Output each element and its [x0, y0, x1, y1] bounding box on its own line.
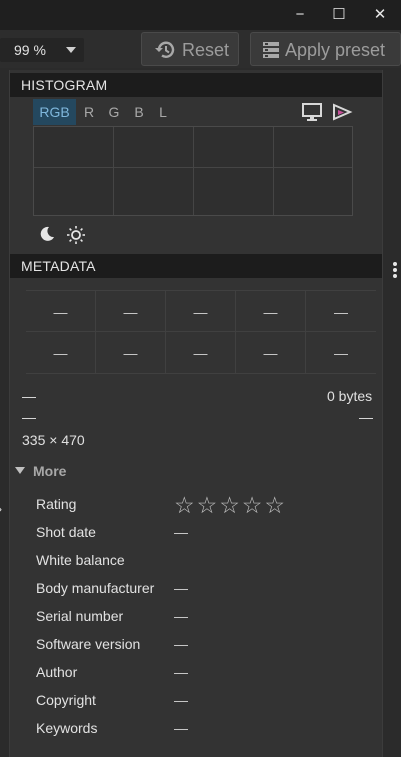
dot: [393, 262, 397, 266]
metadata-row: Serial number —: [36, 608, 376, 628]
field-label: Body manufacturer: [36, 580, 155, 596]
file-size: 0 bytes: [327, 388, 373, 404]
metadata-row: Software version —: [36, 636, 376, 656]
grid-cell: —: [306, 332, 376, 374]
metadata-row: Copyright —: [36, 692, 376, 712]
field-value[interactable]: —: [174, 608, 188, 624]
grid-cell: —: [96, 290, 166, 332]
image-dimensions: 335 × 470: [22, 432, 85, 448]
field-label: Keywords: [36, 720, 98, 736]
channel-tab-rgb[interactable]: RGB: [33, 99, 76, 125]
moon-icon[interactable]: [38, 225, 56, 243]
panel-splitter-handle[interactable]: [393, 262, 397, 280]
minimize-button[interactable]: −: [287, 4, 313, 26]
grid-cell: —: [26, 332, 96, 374]
metadata-row: Shot date —: [36, 524, 376, 544]
histogram-gridline: [193, 127, 194, 215]
toolbar: 99 % Reset Apply preset: [0, 30, 401, 68]
sun-icon[interactable]: [66, 225, 86, 245]
field-label: Shot date: [36, 524, 96, 540]
histogram-chart: [33, 126, 353, 216]
file-name: —: [22, 388, 36, 404]
more-toggle[interactable]: More: [15, 463, 66, 479]
reset-label: Reset: [182, 40, 230, 60]
field-value[interactable]: —: [174, 636, 188, 652]
field-label: Serial number: [36, 608, 124, 624]
rating-stars[interactable]: ☆☆☆☆☆: [174, 492, 287, 519]
field-value[interactable]: —: [174, 580, 188, 596]
metadata-row: Author —: [36, 664, 376, 684]
histogram-gridline: [34, 167, 352, 168]
file-path: —: [22, 409, 36, 425]
channel-tab-r[interactable]: R: [80, 99, 98, 125]
histogram-header[interactable]: HISTOGRAM: [10, 73, 382, 97]
reset-button[interactable]: Reset: [141, 32, 239, 66]
monitor-icon[interactable]: [301, 103, 323, 121]
channel-tab-b[interactable]: B: [130, 99, 148, 125]
field-value[interactable]: —: [174, 664, 188, 680]
maximize-button[interactable]: ☐: [326, 4, 352, 26]
channel-tab-l[interactable]: L: [154, 99, 172, 125]
star-icon[interactable]: ☆: [242, 492, 265, 519]
field-label: Author: [36, 664, 78, 680]
field-value[interactable]: —: [174, 524, 188, 540]
dot: [393, 268, 397, 272]
dot: [393, 274, 397, 278]
title-bar: − ☐ ✕: [0, 0, 401, 30]
star-icon[interactable]: ☆: [219, 492, 242, 519]
star-icon[interactable]: ☆: [264, 492, 287, 519]
grid-cell: —: [166, 332, 236, 374]
file-date: —: [359, 409, 373, 425]
histogram-gridline: [113, 127, 114, 215]
metadata-row-rating: Rating ☆☆☆☆☆: [36, 492, 376, 518]
metadata-row: Body manufacturer —: [36, 580, 376, 600]
metadata-grid: — — — — — — — — — —: [26, 290, 376, 374]
histogram-gridline: [273, 127, 274, 215]
zoom-dropdown[interactable]: 99 %: [0, 38, 84, 62]
field-value[interactable]: —: [174, 692, 188, 708]
apply-preset-label: Apply preset: [285, 40, 386, 60]
field-value[interactable]: —: [174, 720, 188, 736]
close-button[interactable]: ✕: [367, 4, 393, 26]
field-label: Rating: [36, 496, 77, 512]
metadata-row: Keywords —: [36, 720, 376, 740]
star-icon[interactable]: ☆: [197, 492, 220, 519]
field-label: Copyright: [36, 692, 96, 708]
star-icon[interactable]: ☆: [174, 492, 197, 519]
grid-cell: —: [306, 290, 376, 332]
softproof-icon[interactable]: [331, 103, 353, 121]
grid-cell: —: [96, 332, 166, 374]
field-label: Software version: [36, 636, 141, 652]
triangle-down-icon: [15, 467, 25, 474]
chevron-right-icon[interactable]: ›: [0, 502, 2, 516]
metadata-header[interactable]: METADATA: [10, 254, 382, 278]
histogram-title: HISTOGRAM: [21, 77, 108, 93]
history-icon: [155, 41, 175, 58]
apply-preset-button[interactable]: Apply preset: [250, 32, 401, 66]
grid-cell: —: [166, 290, 236, 332]
field-label: White balance: [36, 552, 125, 568]
grid-cell: —: [26, 290, 96, 332]
grid-cell: —: [236, 290, 306, 332]
metadata-title: METADATA: [21, 258, 96, 274]
metadata-row: White balance: [36, 552, 376, 572]
zoom-value: 99 %: [14, 42, 46, 58]
grid-cell: —: [236, 332, 306, 374]
chevron-down-icon: [66, 47, 76, 53]
preset-list-icon: [263, 42, 279, 58]
channel-tab-g[interactable]: G: [105, 99, 123, 125]
more-label: More: [33, 463, 67, 479]
